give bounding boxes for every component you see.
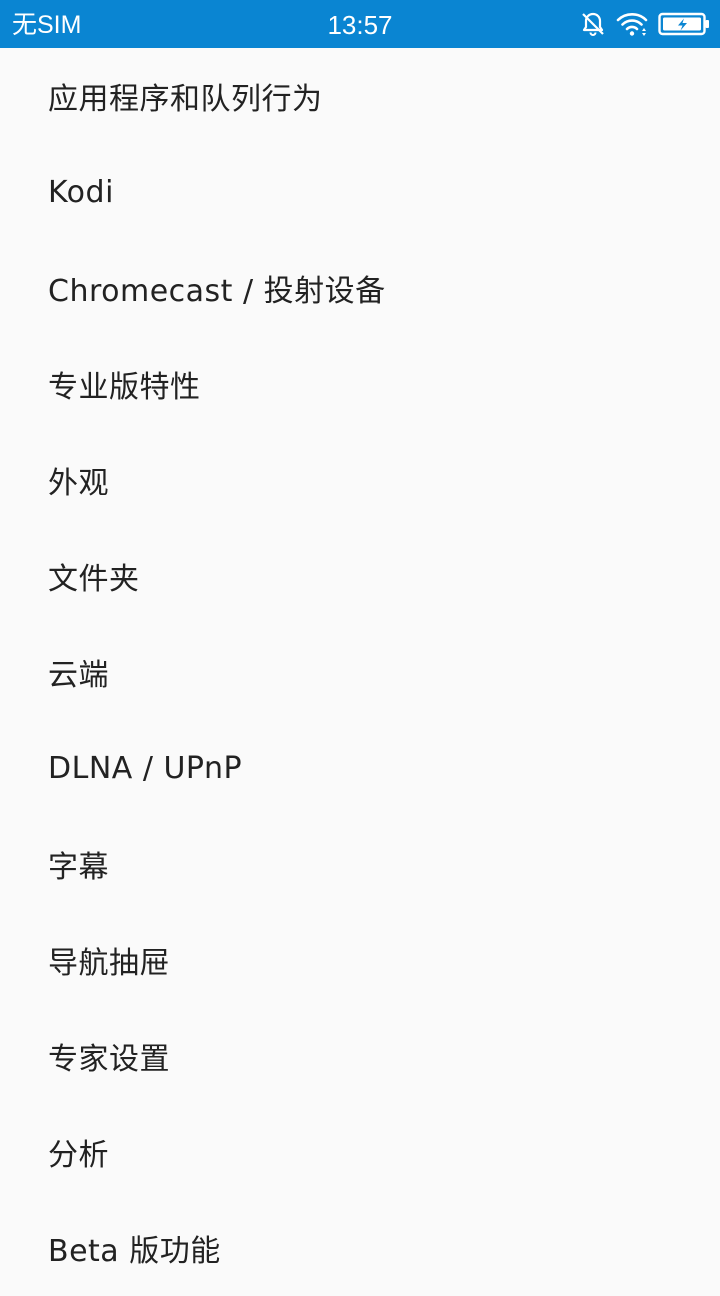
settings-item-pro-features[interactable]: 专业版特性 bbox=[0, 336, 720, 432]
settings-item-analytics[interactable]: 分析 bbox=[0, 1104, 720, 1200]
settings-item-dlna[interactable]: DLNA / UPnP bbox=[0, 720, 720, 816]
settings-item-label: 导航抽屉 bbox=[48, 946, 170, 981]
settings-item-cloud[interactable]: 云端 bbox=[0, 624, 720, 720]
settings-item-kodi[interactable]: Kodi bbox=[0, 144, 720, 240]
settings-item-label: 文件夹 bbox=[48, 562, 140, 597]
settings-item-label: Kodi bbox=[48, 174, 114, 210]
wifi-icon bbox=[616, 11, 648, 37]
settings-item-app-queue[interactable]: 应用程序和队列行为 bbox=[0, 48, 720, 144]
status-icons bbox=[580, 8, 710, 40]
settings-item-label: Beta 版功能 bbox=[48, 1234, 221, 1269]
settings-item-label: 应用程序和队列行为 bbox=[48, 82, 323, 117]
settings-item-beta[interactable]: Beta 版功能 bbox=[0, 1200, 720, 1296]
settings-item-label: 专业版特性 bbox=[48, 370, 201, 405]
battery-charging-icon bbox=[658, 11, 710, 37]
settings-item-label: 专家设置 bbox=[48, 1042, 170, 1077]
settings-item-nav-drawer[interactable]: 导航抽屉 bbox=[0, 912, 720, 1008]
settings-item-appearance[interactable]: 外观 bbox=[0, 432, 720, 528]
settings-item-label: 云端 bbox=[48, 658, 109, 693]
settings-item-label: 分析 bbox=[48, 1138, 109, 1173]
settings-item-chromecast[interactable]: Chromecast / 投射设备 bbox=[0, 240, 720, 336]
settings-list: 应用程序和队列行为 Kodi Chromecast / 投射设备 专业版特性 外… bbox=[0, 48, 720, 1296]
settings-item-label: 外观 bbox=[48, 466, 109, 501]
settings-item-label: Chromecast / 投射设备 bbox=[48, 274, 386, 309]
status-bar: 无SIM 13:57 bbox=[0, 0, 720, 48]
settings-item-subtitles[interactable]: 字幕 bbox=[0, 816, 720, 912]
settings-item-folders[interactable]: 文件夹 bbox=[0, 528, 720, 624]
mute-bell-icon bbox=[580, 11, 606, 37]
settings-item-expert[interactable]: 专家设置 bbox=[0, 1008, 720, 1104]
settings-item-label: 字幕 bbox=[48, 850, 109, 885]
settings-item-label: DLNA / UPnP bbox=[48, 750, 243, 786]
